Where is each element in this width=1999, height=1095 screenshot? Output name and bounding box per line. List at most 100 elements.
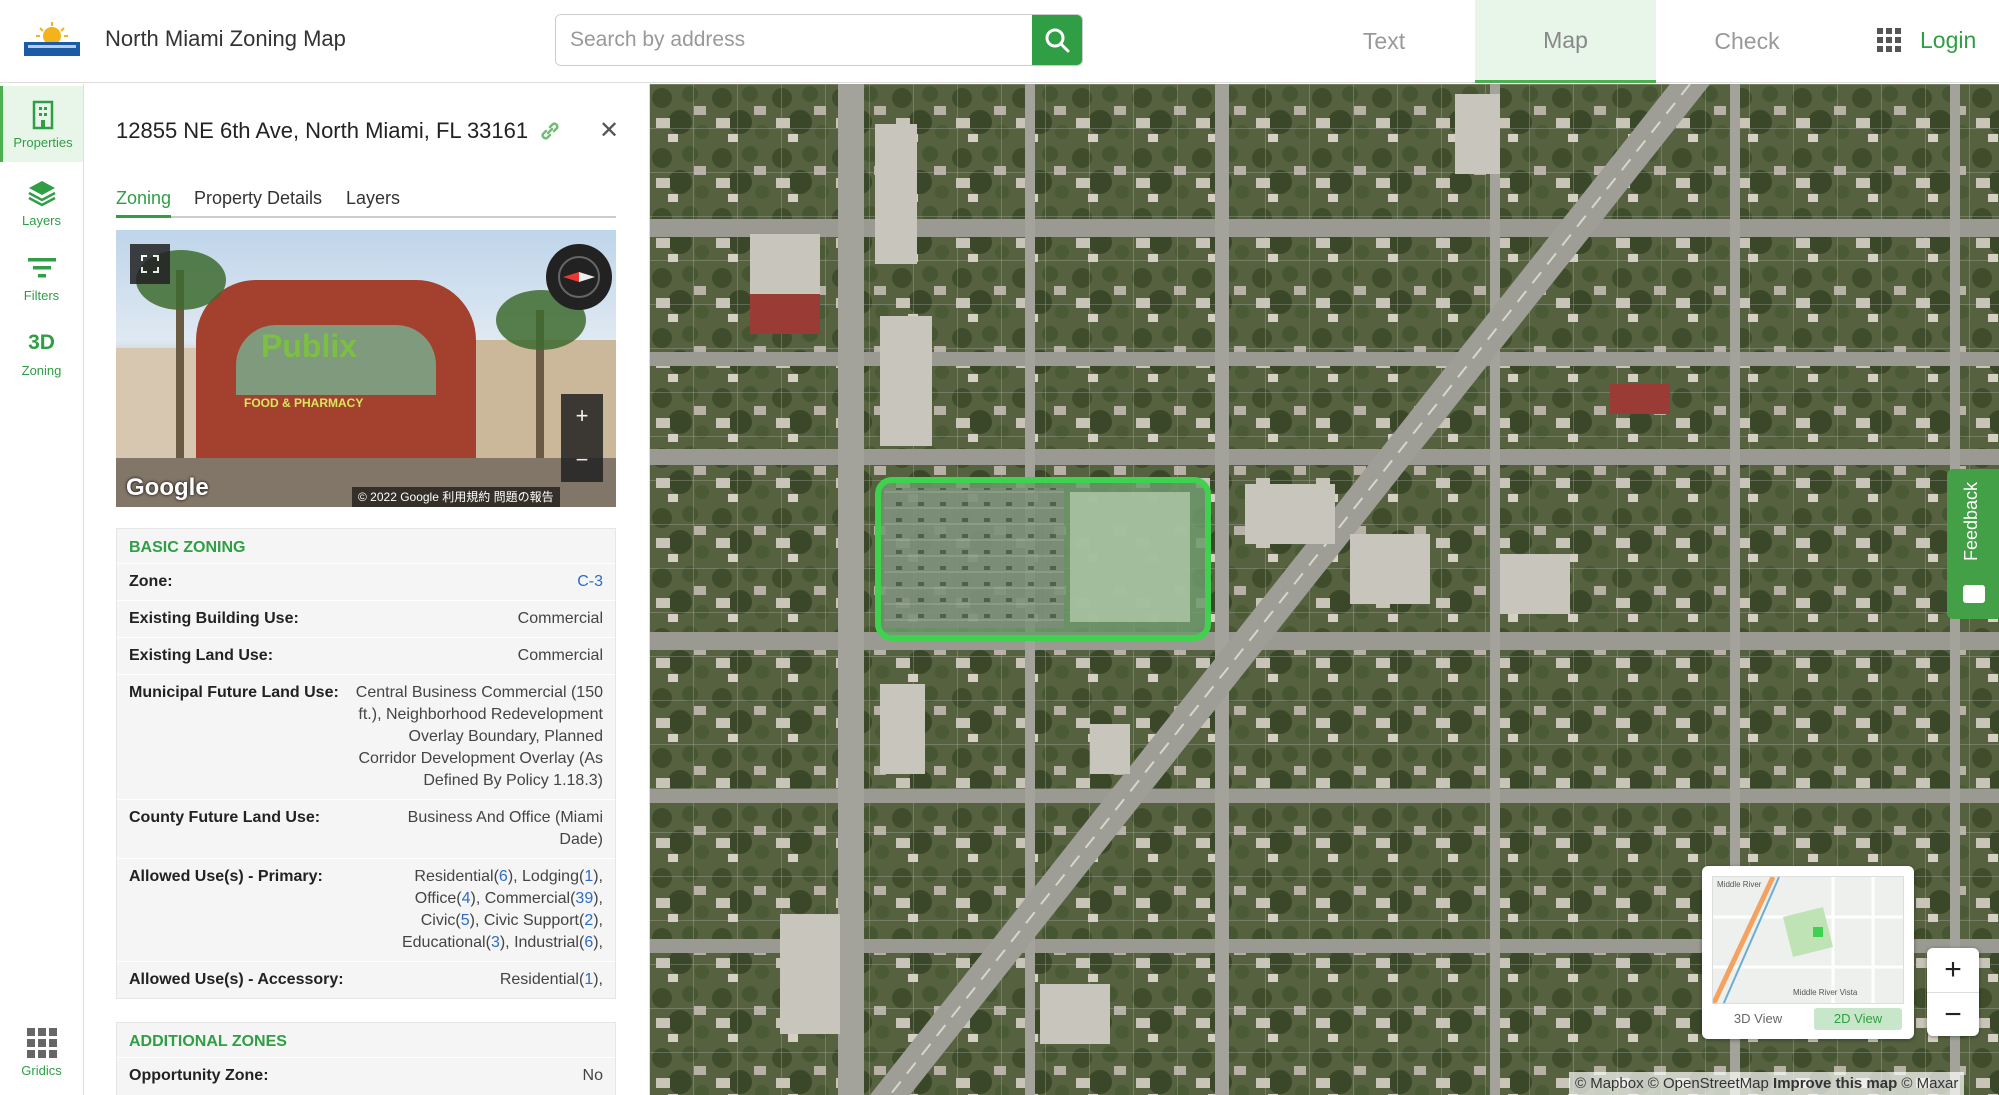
- filter-icon: [27, 257, 56, 277]
- street-view-credits[interactable]: © 2022 Google 利用規約 問題の報告: [352, 487, 560, 507]
- row-label: Allowed Use(s) - Accessory:: [129, 971, 344, 988]
- search-bar: [555, 14, 1083, 66]
- zoom-out-button[interactable]: −: [1927, 992, 1979, 1036]
- feedback-icon: [1963, 585, 1985, 603]
- attribution-text[interactable]: © Mapbox © OpenStreetMap: [1575, 1075, 1769, 1092]
- row-label: Opportunity Zone:: [129, 1067, 269, 1084]
- row-label: Zone:: [129, 573, 173, 590]
- tab-property-details[interactable]: Property Details: [194, 188, 322, 218]
- rail-item-3d-zoning[interactable]: 3D Zoning: [0, 314, 83, 390]
- nav-tab-text[interactable]: Text: [1294, 0, 1474, 83]
- feedback-button[interactable]: Feedback: [1947, 469, 1999, 619]
- street-view[interactable]: Publix FOOD & PHARMACY + − Google © 2022…: [116, 230, 616, 507]
- left-rail: Properties Layers Filters 3D Zoning Grid…: [0, 84, 84, 1095]
- close-icon[interactable]: ✕: [599, 116, 619, 145]
- row-label: Municipal Future Land Use:: [129, 684, 339, 701]
- app-title: North Miami Zoning Map: [105, 26, 346, 51]
- rail-item-layers[interactable]: Layers: [0, 164, 83, 240]
- fullscreen-icon[interactable]: [130, 244, 170, 284]
- minimap: Middle River Middle River Vista 3D View …: [1702, 866, 1914, 1039]
- compass-icon[interactable]: [546, 244, 612, 310]
- property-panel: 12855 NE 6th Ave, North Miami, FL 33161 …: [85, 84, 650, 1095]
- row-label: Existing Building Use:: [129, 610, 299, 627]
- satellite-map[interactable]: Feedback Middle River Middle River Vista…: [650, 84, 1999, 1095]
- use-count-link[interactable]: 5: [461, 912, 470, 929]
- rail-item-label: Properties: [13, 134, 73, 150]
- map-attribution: © Mapbox © OpenStreetMap Improve this ma…: [1569, 1072, 1965, 1095]
- county-future-land-use-row: County Future Land Use: Business And Off…: [117, 799, 615, 858]
- use-count-link[interactable]: 6: [499, 868, 508, 885]
- top-header: North Miami Zoning Map Text Map Check Lo…: [0, 0, 1999, 83]
- search-button[interactable]: [1032, 15, 1082, 65]
- street-view-zoom-in-button[interactable]: +: [561, 394, 603, 438]
- use-count-link[interactable]: 39: [575, 890, 593, 907]
- search-icon: [1045, 28, 1070, 53]
- use-count-link[interactable]: 4: [462, 890, 471, 907]
- accessory-uses-row: Allowed Use(s) - Accessory: Residential(…: [117, 961, 615, 998]
- rail-item-label: Gridics: [21, 1062, 62, 1078]
- primary-uses-row: Allowed Use(s) - Primary: Residential(6)…: [117, 858, 615, 961]
- improve-map-link[interactable]: Improve this map: [1773, 1075, 1897, 1092]
- section-title: ADDITIONAL ZONES: [129, 1033, 287, 1050]
- feedback-label: Feedback: [1961, 481, 1981, 561]
- row-label: Existing Land Use:: [129, 647, 274, 664]
- 3d-view-button[interactable]: 3D View: [1714, 1008, 1802, 1030]
- address-search-input[interactable]: [556, 15, 1034, 65]
- nav-tab-check[interactable]: Check: [1657, 0, 1837, 83]
- zoom-in-button[interactable]: +: [1927, 948, 1979, 992]
- row-value: Central Business Commercial (150 ft.), N…: [355, 684, 603, 789]
- zone-link[interactable]: C-3: [577, 571, 603, 593]
- row-label: Allowed Use(s) - Primary:: [129, 868, 323, 885]
- use-count-link[interactable]: 1: [584, 971, 593, 988]
- row-value: Business And Office (Miami Dade): [407, 809, 603, 848]
- google-logo: Google: [126, 474, 209, 501]
- apps-grid-icon[interactable]: [1877, 28, 1901, 52]
- use-count-link[interactable]: 2: [584, 912, 593, 929]
- building-use-row: Existing Building Use: Commercial: [117, 600, 615, 637]
- row-value: Commercial: [517, 610, 603, 627]
- additional-zones-section: ADDITIONAL ZONES Opportunity Zone: No: [116, 1022, 616, 1095]
- street-view-zoom-out-button[interactable]: −: [561, 438, 603, 482]
- row-value: No: [582, 1067, 603, 1084]
- layers-icon: [27, 180, 56, 206]
- opportunity-zone-row: Opportunity Zone: No: [117, 1057, 615, 1094]
- rail-item-label: Filters: [23, 287, 60, 303]
- building-icon: [32, 100, 54, 129]
- panel-tabs: Zoning Property Details Layers: [116, 184, 616, 218]
- attribution-maxar[interactable]: © Maxar: [1901, 1075, 1958, 1092]
- use-count-link[interactable]: 6: [584, 934, 593, 951]
- nav-tab-map[interactable]: Map: [1475, 0, 1656, 83]
- minimap-map[interactable]: Middle River Middle River Vista: [1712, 876, 1904, 1004]
- link-icon[interactable]: [539, 120, 561, 147]
- zone-row: Zone: C-3: [117, 563, 615, 600]
- row-label: County Future Land Use:: [129, 809, 321, 826]
- north-miami-logo[interactable]: [22, 22, 82, 58]
- municipal-future-land-use-row: Municipal Future Land Use: Central Busin…: [117, 674, 615, 799]
- rail-item-filters[interactable]: Filters: [0, 239, 83, 315]
- street-view-sign-sub: FOOD & PHARMACY: [244, 396, 364, 410]
- rail-item-label: Zoning: [21, 362, 62, 378]
- section-title: BASIC ZONING: [129, 539, 246, 556]
- minimap-label: Middle River: [1717, 880, 1762, 889]
- rail-item-gridics[interactable]: Gridics: [0, 1014, 83, 1090]
- street-view-zoom: + −: [561, 394, 603, 482]
- rail-item-label: Layers: [21, 212, 62, 228]
- map-zoom-control: + −: [1927, 948, 1979, 1036]
- primary-uses-list[interactable]: Residential(6), Lodging(1), Office(4), C…: [373, 866, 603, 954]
- street-view-sign: Publix: [261, 328, 358, 364]
- rail-item-properties[interactable]: Properties: [0, 86, 83, 162]
- tab-zoning[interactable]: Zoning: [116, 188, 172, 218]
- tab-layers[interactable]: Layers: [346, 188, 400, 218]
- basic-zoning-section: BASIC ZONING Zone: C-3 Existing Building…: [116, 528, 616, 999]
- property-address: 12855 NE 6th Ave, North Miami, FL 33161: [116, 118, 529, 143]
- accessory-uses-list[interactable]: Residential(1),: [500, 969, 603, 991]
- use-count-link[interactable]: 1: [584, 868, 593, 885]
- grid-icon: [26, 1027, 57, 1058]
- 2d-view-button[interactable]: 2D View: [1814, 1008, 1902, 1030]
- land-use-row: Existing Land Use: Commercial: [117, 637, 615, 674]
- row-value: Commercial: [517, 647, 603, 664]
- street-view-storefront: [116, 348, 206, 458]
- 3d-icon: 3D: [28, 330, 55, 354]
- use-count-link[interactable]: 3: [491, 934, 500, 951]
- login-link[interactable]: Login: [1920, 27, 1976, 54]
